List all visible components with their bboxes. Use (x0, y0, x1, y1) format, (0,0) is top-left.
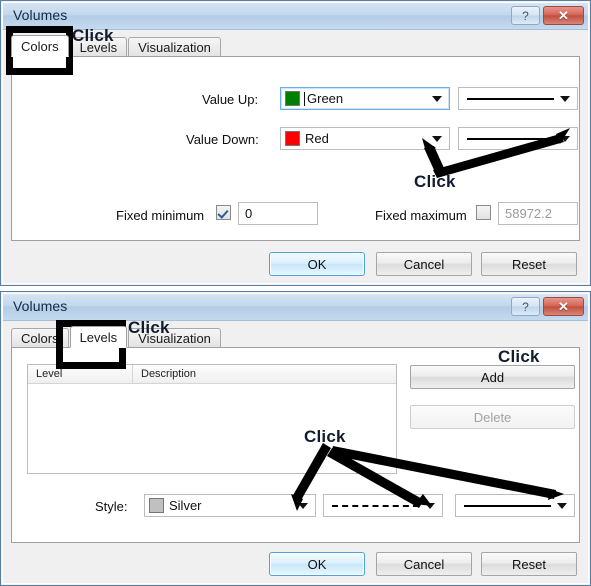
help-button[interactable]: ? (511, 297, 540, 316)
reset-button-dialog1[interactable]: Reset (481, 252, 577, 276)
tab-visualization[interactable]: Visualization (128, 328, 221, 348)
colors-tab-page: Value Up: Green Value Down: Red Fixed mi… (11, 56, 580, 241)
dialog1-window-buttons: ? ✕ (511, 6, 584, 25)
add-button[interactable]: Add (410, 365, 575, 389)
value-up-width-dropdown-arrow[interactable] (560, 95, 577, 102)
volumes-dialog-levels: Volumes ? ✕ Colors Levels Visualization … (0, 291, 591, 586)
chevron-down-icon (560, 135, 570, 142)
levels-listview[interactable]: Level Description (27, 364, 397, 474)
dialog-inner-frame: Volumes ? ✕ Colors Levels Visualization … (2, 2, 589, 284)
chevron-down-icon (432, 135, 442, 142)
dialog2-window-buttons: ? ✕ (511, 297, 584, 316)
line-width-preview-solid (456, 494, 557, 517)
levels-tab-page: Level Description Add Delete Style: Silv… (11, 347, 580, 543)
dialog1-title: Volumes (13, 7, 68, 23)
ok-button-dialog2[interactable]: OK (269, 552, 365, 576)
style-line-style-combo[interactable] (323, 494, 443, 517)
value-up-dropdown-arrow[interactable] (432, 95, 449, 102)
value-down-color-name: Red (305, 131, 329, 146)
chevron-down-icon (560, 95, 570, 102)
help-button[interactable]: ? (511, 6, 540, 25)
dialog1-tabstrip: Colors Levels Visualization (11, 35, 222, 57)
value-up-color-name: Green (307, 91, 344, 106)
reset-button-dialog2[interactable]: Reset (481, 552, 577, 576)
line-style-preview-dashed (324, 494, 425, 517)
ok-button-dialog1[interactable]: OK (269, 252, 365, 276)
volumes-dialog-colors: Volumes ? ✕ Colors Levels Visualization … (0, 0, 591, 286)
fixed-maximum-checkbox[interactable] (476, 205, 491, 220)
style-label: Style: (95, 499, 128, 514)
tab-levels[interactable]: Levels (69, 37, 128, 57)
screenshot-root: Volumes ? ✕ Colors Levels Visualization … (0, 0, 591, 586)
dialog2-titlebar[interactable]: Volumes ? ✕ (3, 294, 588, 321)
levels-list-body[interactable] (28, 384, 396, 473)
close-button[interactable]: ✕ (543, 297, 584, 316)
fixed-minimum-input[interactable]: 0 (238, 202, 318, 225)
value-up-color-swatch (285, 91, 300, 106)
value-up-line-width-combo[interactable] (458, 87, 578, 110)
value-down-label: Value Down: (186, 132, 259, 147)
tab-visualization[interactable]: Visualization (128, 37, 221, 57)
value-up-label: Value Up: (202, 92, 259, 107)
chevron-down-icon (298, 502, 308, 509)
dialog-inner-frame: Volumes ? ✕ Colors Levels Visualization … (2, 293, 589, 584)
value-down-color-combo[interactable]: Red (280, 127, 450, 150)
tab-colors[interactable]: Colors (11, 35, 69, 57)
tab-colors[interactable]: Colors (11, 328, 69, 348)
cancel-button-dialog2[interactable]: Cancel (376, 552, 472, 576)
line-width-preview-solid (459, 87, 560, 110)
column-header-level[interactable]: Level (28, 365, 133, 383)
fixed-minimum-label: Fixed minimum (116, 208, 205, 223)
dialog1-titlebar[interactable]: Volumes ? ✕ (3, 3, 588, 30)
value-down-line-width-combo[interactable] (458, 127, 578, 150)
style-line-style-dropdown-arrow[interactable] (425, 502, 442, 509)
line-width-preview-solid (459, 127, 560, 150)
fixed-maximum-label: Fixed maximum (375, 208, 467, 223)
dialog2-tabstrip: Colors Levels Visualization (11, 326, 222, 348)
style-line-width-combo[interactable] (455, 494, 575, 517)
dialog2-title: Volumes (13, 298, 68, 314)
value-up-color-combo[interactable]: Green (280, 87, 450, 110)
levels-list-header: Level Description (28, 365, 396, 384)
column-header-description[interactable]: Description (133, 365, 396, 383)
style-color-combo[interactable]: Silver (144, 494, 316, 517)
chevron-down-icon (425, 502, 435, 509)
fixed-minimum-checkbox[interactable] (216, 205, 231, 220)
cancel-button-dialog1[interactable]: Cancel (376, 252, 472, 276)
value-down-dropdown-arrow[interactable] (432, 135, 449, 142)
chevron-down-icon (557, 502, 567, 509)
tab-levels[interactable]: Levels (69, 326, 128, 348)
style-color-name: Silver (169, 498, 202, 513)
text-caret (304, 91, 305, 106)
chevron-down-icon (432, 95, 442, 102)
style-color-swatch (149, 498, 164, 513)
value-down-width-dropdown-arrow[interactable] (560, 135, 577, 142)
delete-button: Delete (410, 405, 575, 429)
close-button[interactable]: ✕ (543, 6, 584, 25)
style-line-width-dropdown-arrow[interactable] (557, 502, 574, 509)
style-color-dropdown-arrow[interactable] (298, 502, 315, 509)
fixed-maximum-input[interactable]: 58972.2 (498, 202, 578, 225)
value-down-color-swatch (285, 131, 300, 146)
